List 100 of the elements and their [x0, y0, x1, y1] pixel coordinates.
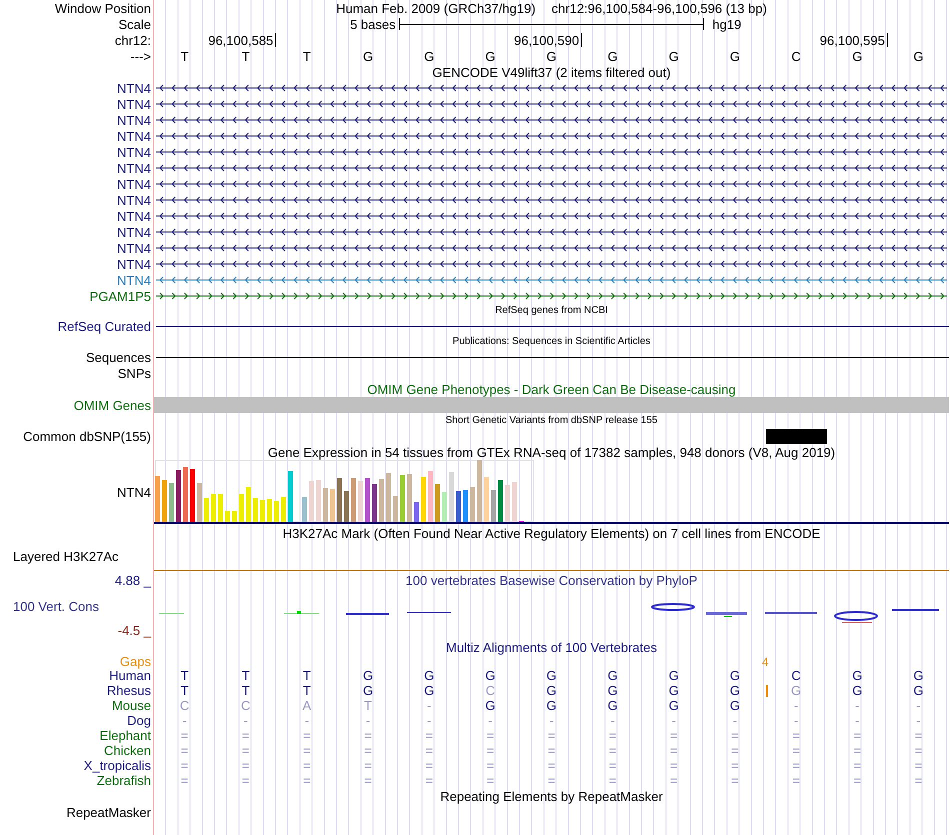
track-label: RefSeq Curated	[58, 320, 151, 332]
gene-name: NTN4	[117, 210, 151, 222]
expression-bar	[239, 494, 244, 522]
expression-bar	[428, 471, 433, 522]
aligned-base: =	[548, 774, 556, 787]
scale-length: 5 bases	[350, 18, 396, 30]
expression-bar	[260, 500, 265, 522]
aligned-base: =	[731, 759, 739, 772]
base-letter: G	[424, 50, 434, 62]
aligned-base: T	[364, 699, 372, 712]
aligned-base: =	[914, 774, 922, 787]
track-label: Scale	[118, 18, 151, 30]
expression-bar	[169, 483, 174, 522]
aligned-base: G	[791, 684, 802, 697]
aligned-base: G	[608, 669, 618, 682]
base-letter: G	[668, 50, 679, 62]
expression-bar	[211, 494, 216, 522]
track-title: 100 vertebrates Basewise Conservation by PhyloP	[406, 574, 698, 586]
expression-bar	[449, 472, 454, 522]
track-label: Sequences	[86, 351, 151, 364]
aligned-base: =	[853, 744, 862, 757]
expression-bar	[351, 478, 356, 522]
track-title: Repeating Elements by RepeatMasker	[440, 790, 663, 802]
aligned-base: G	[424, 669, 434, 682]
species-name: Rhesus	[106, 684, 151, 697]
aligned-base: G	[608, 684, 618, 697]
aligned-base: =	[486, 744, 494, 757]
axis-max: 4.88 _	[114, 574, 151, 587]
aligned-base: -	[427, 714, 432, 727]
aligned-base: =	[364, 744, 372, 757]
aligned-base: =	[242, 729, 250, 742]
species-name: Zebrafish	[96, 774, 151, 787]
aligned-base: G	[668, 684, 679, 697]
track-title: Gene Expression in 54 tissues from GTEx RNA-seq of 17382 samples, 948 donors (V8, Aug 2019)	[268, 446, 836, 458]
aligned-base: -	[549, 714, 554, 727]
aligned-base: =	[853, 759, 862, 772]
track-title: Multiz Alignments of 100 Vertebrates	[446, 641, 657, 654]
aligned-base: -	[794, 699, 798, 712]
gene-name: NTN4	[117, 242, 151, 254]
aligned-base: T	[180, 684, 189, 697]
aligned-base: =	[486, 729, 494, 742]
aligned-base: -	[244, 714, 248, 727]
gene-name: NTN4	[117, 178, 151, 190]
aligned-base: =	[364, 729, 372, 742]
aligned-base: G	[362, 684, 374, 697]
aligned-base: =	[792, 729, 800, 742]
expression-bar	[456, 491, 461, 522]
expression-bar	[323, 488, 328, 522]
aligned-base: =	[180, 744, 188, 757]
aligned-base: =	[853, 774, 862, 787]
aligned-base: G	[546, 684, 557, 697]
aligned-base: G	[730, 669, 740, 682]
aligned-base: =	[364, 774, 372, 787]
expression-bar	[232, 511, 237, 522]
expression-bar	[316, 480, 321, 522]
base-letter: T	[242, 50, 250, 62]
track-label: OMIM Genes	[74, 398, 151, 412]
aligned-base: =	[792, 744, 800, 757]
expression-bar	[288, 471, 293, 522]
aligned-base: -	[794, 714, 798, 727]
aligned-base: G	[485, 699, 496, 712]
base-letter: T	[180, 50, 189, 62]
gene-name: NTN4	[117, 82, 151, 94]
aligned-base: =	[548, 759, 556, 772]
expression-bar	[204, 498, 209, 522]
aligned-base: =	[303, 774, 311, 787]
expression-bar	[358, 481, 363, 522]
track-title: GENCODE V49lift37 (2 items filtered out)	[432, 66, 671, 78]
expression-bar	[498, 480, 503, 522]
aligned-base: =	[486, 774, 494, 787]
track-label: 100 Vert. Cons	[13, 600, 99, 616]
ruler-tick: 96,100,595	[820, 33, 888, 47]
track-label: NTN4	[117, 486, 151, 498]
base-letter: C	[791, 50, 801, 62]
base-letter: G	[546, 50, 557, 62]
track-label: Gaps	[120, 655, 151, 668]
aligned-base: =	[548, 744, 556, 757]
expression-bar	[505, 485, 510, 522]
expression-bar	[197, 483, 202, 522]
gene-name: NTN4	[117, 162, 151, 174]
aligned-base: T	[180, 669, 189, 682]
track-title: OMIM Gene Phenotypes - Dark Green Can Be Disease-causing	[367, 382, 736, 396]
aligned-base: G	[852, 684, 862, 697]
aligned-base: G	[485, 669, 496, 682]
aligned-base: A	[302, 699, 312, 712]
aligned-base: =	[670, 759, 678, 772]
aligned-base: -	[672, 714, 676, 727]
expression-bar	[281, 497, 286, 522]
expression-bar	[491, 490, 496, 522]
aligned-base: =	[792, 774, 800, 787]
expression-bar	[183, 467, 188, 522]
aligned-base: =	[242, 774, 250, 787]
expression-bar	[400, 475, 405, 522]
track-label: --->	[130, 50, 151, 62]
species-name: Elephant	[100, 729, 151, 742]
aligned-base: =	[608, 774, 616, 787]
species-name: Mouse	[112, 699, 151, 712]
aligned-base: G	[546, 699, 557, 712]
gene-name: NTN4	[117, 194, 151, 206]
gene-name: NTN4	[117, 226, 151, 238]
